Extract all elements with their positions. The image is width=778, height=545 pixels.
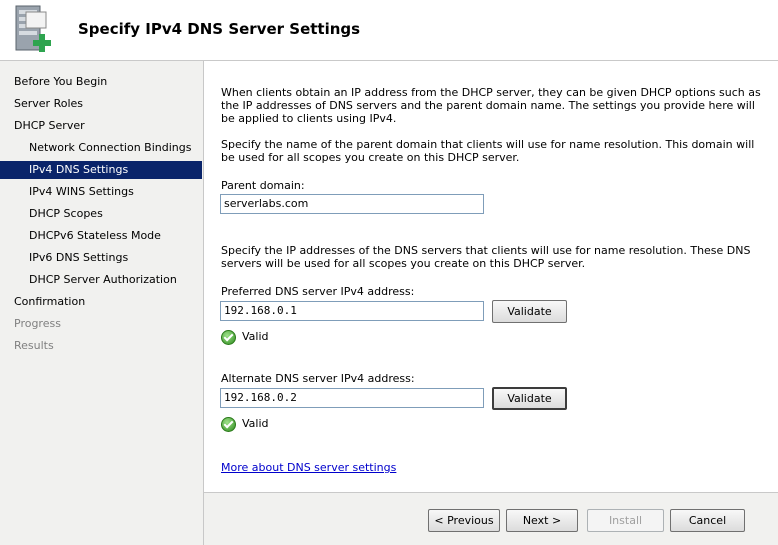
server-dns-add-icon — [15, 5, 51, 52]
sidebar-item-dhcp-server-authorization[interactable]: DHCP Server Authorization — [0, 271, 202, 289]
cancel-button[interactable]: Cancel — [670, 509, 745, 532]
sidebar-item-before-you-begin[interactable]: Before You Begin — [0, 73, 202, 91]
sidebar-item-confirmation[interactable]: Confirmation — [0, 293, 202, 311]
wizard-header: Specify IPv4 DNS Server Settings — [0, 0, 778, 60]
preferred-dns-input[interactable]: 192.168.0.1 — [220, 301, 484, 321]
domain-description: Specify the name of the parent domain th… — [221, 138, 755, 164]
preferred-valid-text: Valid — [242, 330, 269, 343]
dns-description: Specify the IP addresses of the DNS serv… — [221, 244, 751, 270]
main-content: When clients obtain an IP address from t… — [204, 61, 778, 492]
alternate-dns-label: Alternate DNS server IPv4 address: — [221, 372, 415, 385]
more-about-dns-link[interactable]: More about DNS server settings — [221, 461, 396, 474]
preferred-dns-label: Preferred DNS server IPv4 address: — [221, 285, 415, 298]
sidebar-item-ipv4-wins-settings[interactable]: IPv4 WINS Settings — [0, 183, 202, 201]
sidebar-item-dhcpv6-stateless-mode[interactable]: DHCPv6 Stateless Mode — [0, 227, 202, 245]
sidebar-item-results: Results — [14, 339, 54, 352]
sidebar-item-dhcp-scopes[interactable]: DHCP Scopes — [0, 205, 202, 223]
wizard-footer: < Previous Next > Install Cancel — [204, 493, 778, 545]
wizard-steps-sidebar: Before You Begin Server Roles DHCP Serve… — [0, 61, 204, 545]
parent-domain-label: Parent domain: — [221, 179, 305, 192]
preferred-validate-button[interactable]: Validate — [492, 300, 567, 323]
alternate-valid-status: Valid — [221, 416, 269, 432]
sidebar-item-progress: Progress — [14, 317, 61, 330]
parent-domain-input[interactable]: serverlabs.com — [220, 194, 484, 214]
sidebar-item-server-roles[interactable]: Server Roles — [0, 95, 202, 113]
sidebar-item-network-connection-bindings[interactable]: Network Connection Bindings — [0, 139, 202, 157]
check-icon — [221, 329, 236, 345]
previous-button[interactable]: < Previous — [428, 509, 500, 532]
preferred-valid-status: Valid — [221, 329, 269, 345]
alternate-validate-button[interactable]: Validate — [492, 387, 567, 410]
alternate-valid-text: Valid — [242, 417, 269, 430]
install-button[interactable]: Install — [587, 509, 664, 532]
intro-text: When clients obtain an IP address from t… — [221, 86, 761, 125]
sidebar-item-ipv4-dns-settings[interactable]: IPv4 DNS Settings — [0, 161, 202, 179]
next-button[interactable]: Next > — [506, 509, 578, 532]
alternate-dns-input[interactable]: 192.168.0.2 — [220, 388, 484, 408]
check-icon — [221, 416, 236, 432]
sidebar-item-dhcp-server[interactable]: DHCP Server — [0, 117, 202, 135]
sidebar-item-ipv6-dns-settings[interactable]: IPv6 DNS Settings — [0, 249, 202, 267]
page-title: Specify IPv4 DNS Server Settings — [78, 20, 361, 38]
